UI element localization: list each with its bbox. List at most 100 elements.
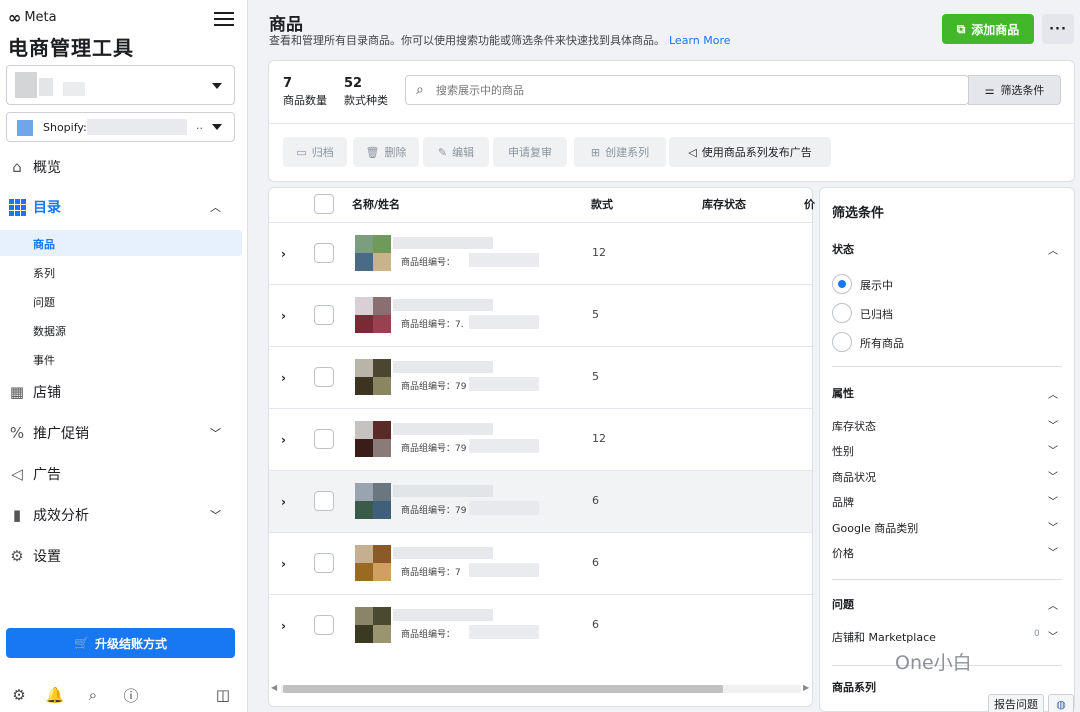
chevron-up-icon[interactable]: ︿ (1048, 386, 1058, 401)
filter-section-issues[interactable]: 问题 (832, 596, 854, 612)
globe-icon[interactable]: ◍ (1048, 694, 1074, 712)
sub-nav-issues[interactable]: 问题 (0, 288, 242, 314)
delete-button[interactable]: 🗑 删除 (353, 137, 419, 167)
nav-catalog[interactable]: 目录 ︿ (0, 192, 248, 222)
filter-gender[interactable]: 性别 ﹀ (832, 441, 1062, 459)
row-checkbox[interactable] (314, 429, 334, 449)
help-icon[interactable]: ⓘ (120, 684, 142, 706)
product-thumbnail[interactable] (355, 297, 391, 333)
external-link-icon: ⧉ (956, 21, 966, 36)
chevron-up-icon[interactable]: ︿ (1048, 242, 1058, 257)
add-product-button[interactable]: ⧉ 添加商品 (942, 14, 1034, 44)
radio-showing[interactable] (832, 274, 852, 294)
column-header-variants[interactable]: 款式 (591, 196, 613, 212)
product-thumbnail[interactable] (355, 607, 391, 643)
chevron-right-icon[interactable]: › (281, 557, 286, 571)
chevron-right-icon[interactable]: › (281, 495, 286, 509)
filter-condition[interactable]: 商品状况 ﹀ (832, 467, 1062, 485)
chevron-right-icon[interactable]: › (281, 309, 286, 323)
nav-promotions[interactable]: % 推广促销 ﹀ (0, 418, 248, 448)
nav-insights[interactable]: ▮ 成效分析 ﹀ (0, 500, 248, 530)
chevron-down-icon: ﹀ (1048, 523, 1058, 534)
row-checkbox[interactable] (314, 367, 334, 387)
column-header-price[interactable]: 价 (804, 196, 815, 212)
sub-nav-products[interactable]: 商品 (0, 230, 242, 256)
chevron-up-icon[interactable]: ︿ (1048, 597, 1058, 612)
product-thumbnail[interactable] (355, 545, 391, 581)
nav-overview[interactable]: ⌂ 概览 (0, 152, 248, 182)
radio-archived[interactable] (832, 303, 852, 323)
chevron-right-icon[interactable]: › (281, 433, 286, 447)
product-thumbnail[interactable] (355, 235, 391, 271)
table-row[interactable]: › 商品组编号：7 6 (269, 532, 812, 594)
chevron-right-icon[interactable]: › (281, 371, 286, 385)
bell-icon[interactable]: 🔔 (44, 684, 66, 706)
filter-section-status[interactable]: 状态 (832, 241, 854, 257)
upgrade-checkout-button[interactable]: 🛒 升级结账方式 (6, 628, 235, 658)
variant-count: 6 (592, 618, 599, 631)
filter-shop-marketplace[interactable]: 店铺和 Marketplace 0 ﹀ (832, 627, 1062, 645)
shop-selector[interactable]: Shopify: .. (6, 112, 235, 142)
chevron-up-icon: ︿ (210, 201, 221, 214)
page-description: 查看和管理所有目录商品。你可以使用搜索功能或筛选条件来快速找到具体商品。 Lear… (269, 34, 731, 47)
nav-ads[interactable]: ◁ 广告 (0, 459, 248, 489)
table-row[interactable]: › 商品组编号： 12 (269, 222, 812, 284)
horizontal-scrollbar[interactable]: ◀ ▶ (269, 683, 812, 694)
product-thumbnail[interactable] (355, 359, 391, 395)
nav-shops[interactable]: ▦ 店铺 (0, 377, 248, 407)
menu-icon[interactable] (214, 9, 234, 27)
account-selector[interactable] (6, 65, 235, 105)
search-input[interactable] (436, 80, 956, 100)
select-all-checkbox[interactable] (314, 194, 334, 214)
cart-icon: 🛒 (74, 636, 89, 650)
row-checkbox[interactable] (314, 305, 334, 325)
scrollbar-thumb[interactable] (283, 685, 723, 693)
row-checkbox[interactable] (314, 553, 334, 573)
chevron-down-icon: ﹀ (1048, 632, 1058, 643)
filter-inventory-status[interactable]: 库存状态 ﹀ (832, 416, 1062, 434)
radio-all-products[interactable] (832, 332, 852, 352)
column-header-inventory[interactable]: 库存状态 (702, 196, 746, 212)
product-thumbnail[interactable] (355, 421, 391, 457)
filter-google-category[interactable]: Google 商品类别 ﹀ (832, 518, 1062, 536)
product-name-redacted (393, 547, 493, 559)
row-checkbox[interactable] (314, 615, 334, 635)
table-row[interactable]: › 商品组编号：7. 5 (269, 284, 812, 346)
meta-logo[interactable]: ∞ Meta (8, 8, 57, 27)
column-header-name[interactable]: 名称/姓名 (352, 196, 400, 212)
sub-nav-data-sources[interactable]: 数据源 (0, 317, 242, 343)
settings-gear-icon[interactable]: ⚙ (8, 684, 30, 706)
sub-nav-events[interactable]: 事件 (0, 346, 242, 372)
scroll-left-icon[interactable]: ◀ (271, 683, 277, 692)
create-set-button[interactable]: ⊞ 创建系列 (574, 137, 666, 167)
search-icon[interactable]: ⌕ (82, 684, 104, 706)
report-problem-button[interactable]: 报告问题 (988, 694, 1044, 712)
table-row[interactable]: › 商品组编号： 6 (269, 594, 812, 656)
sub-nav-sets[interactable]: 系列 (0, 259, 242, 285)
variant-count: 5 (592, 308, 599, 321)
filter-brand[interactable]: 品牌 ﹀ (832, 492, 1062, 510)
account-avatar (15, 72, 37, 98)
chevron-down-icon: ﹀ (1048, 548, 1058, 559)
scroll-right-icon[interactable]: ▶ (803, 683, 809, 692)
row-checkbox[interactable] (314, 491, 334, 511)
panel-toggle-icon[interactable]: ◫ (212, 684, 234, 706)
product-thumbnail[interactable] (355, 483, 391, 519)
filter-button[interactable]: ⚌ 筛选条件 (968, 75, 1061, 105)
table-row[interactable]: › 商品组编号：79 12 (269, 408, 812, 470)
more-options-button[interactable]: ··· (1042, 14, 1074, 44)
filter-section-product-sets[interactable]: 商品系列 (832, 679, 876, 695)
request-review-button[interactable]: 申请复审 (493, 137, 567, 167)
filter-price[interactable]: 价格 ﹀ (832, 543, 1062, 561)
filter-section-attributes[interactable]: 属性 (832, 385, 854, 401)
row-checkbox[interactable] (314, 243, 334, 263)
table-row[interactable]: › 商品组编号：79 6 (269, 470, 812, 532)
advertise-set-button[interactable]: ◁ 使用商品系列发布广告 (669, 137, 831, 167)
learn-more-link[interactable]: Learn More (669, 34, 731, 47)
nav-settings[interactable]: ⚙ 设置 (0, 541, 248, 571)
edit-button[interactable]: ✎ 编辑 (423, 137, 489, 167)
archive-button[interactable]: ▭ 归档 (283, 137, 347, 167)
table-row[interactable]: › 商品组编号：79 5 (269, 346, 812, 408)
chevron-right-icon[interactable]: › (281, 619, 286, 633)
chevron-right-icon[interactable]: › (281, 247, 286, 261)
